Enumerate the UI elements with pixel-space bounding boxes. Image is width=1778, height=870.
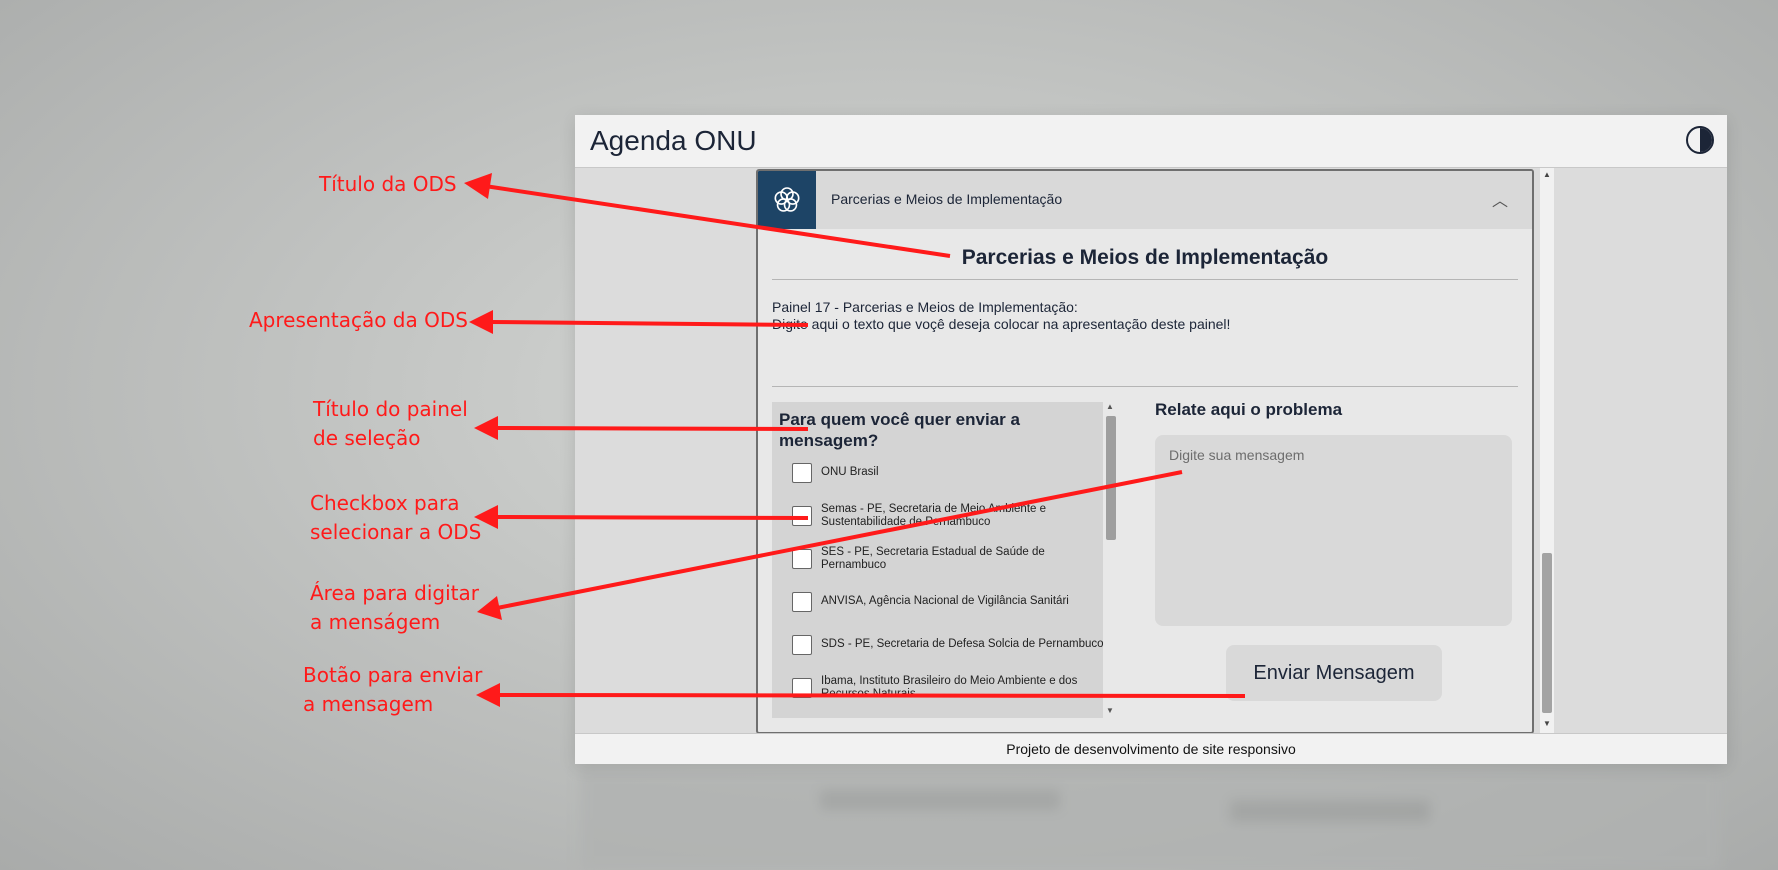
- annotation-arrow: [496, 470, 1183, 610]
- annotation-arrow: [496, 693, 1246, 698]
- arrowhead-icon: [464, 173, 492, 199]
- arrowhead-icon: [474, 416, 498, 440]
- annotation-arrow: [494, 426, 809, 431]
- annotation-arrow: [494, 515, 809, 520]
- annotation-arrow: [489, 320, 809, 327]
- arrowhead-icon: [474, 505, 498, 529]
- arrowhead-icon: [476, 683, 500, 707]
- annotation-arrows: [464, 173, 1246, 707]
- annotation-arrow: [484, 184, 951, 258]
- arrowhead-icon: [469, 310, 493, 334]
- arrowhead-icon: [477, 596, 502, 620]
